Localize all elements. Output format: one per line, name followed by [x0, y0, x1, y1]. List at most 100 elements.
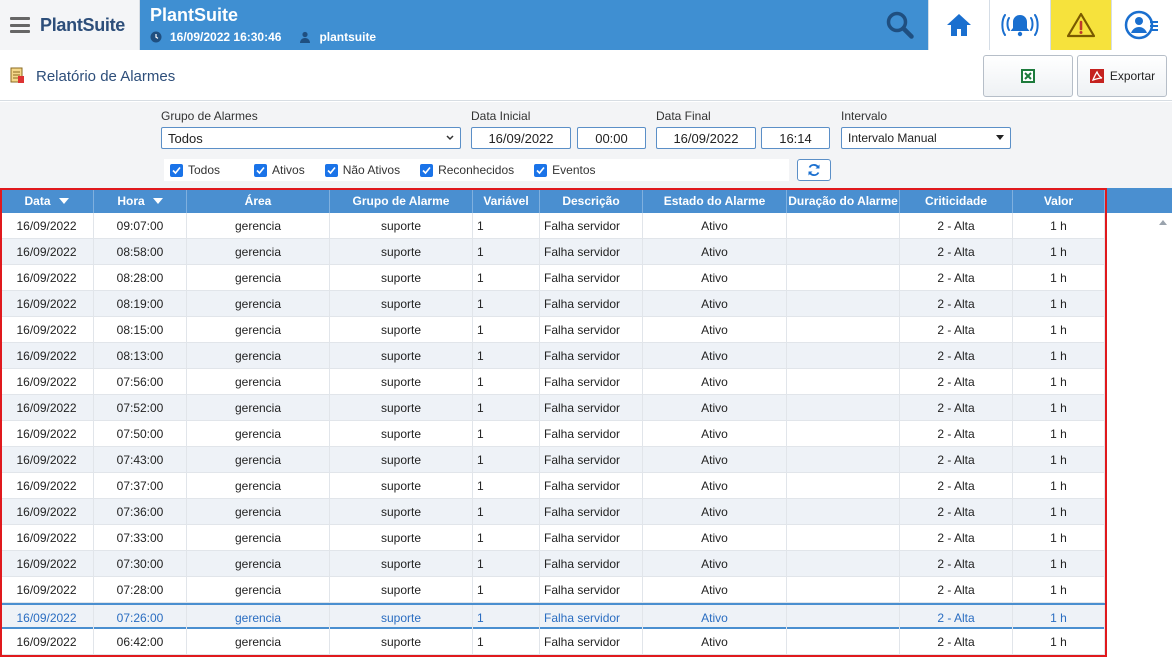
search-icon[interactable]	[884, 9, 916, 41]
column-header-label: Criticidade	[924, 193, 987, 208]
checkbox-ativos[interactable]: Ativos	[248, 163, 305, 177]
cell-data: 16/09/2022	[0, 421, 94, 446]
cell-descricao: Falha servidor	[540, 239, 643, 264]
cell-data: 16/09/2022	[0, 343, 94, 368]
checkbox-todos[interactable]: Todos	[164, 163, 220, 177]
table-row[interactable]: 16/09/2022 06:42:00 gerencia suporte 1 Falha …	[0, 629, 1105, 655]
cell-valor: 1 h	[1013, 395, 1105, 420]
column-header-data[interactable]: Data	[0, 188, 94, 213]
cell-data: 16/09/2022	[0, 317, 94, 342]
sort-down-icon[interactable]	[152, 197, 163, 204]
home-button[interactable]	[928, 0, 989, 50]
start-time-input[interactable]: 00:00	[577, 127, 646, 149]
cell-valor: 1 h	[1013, 239, 1105, 264]
cell-area: gerencia	[187, 369, 330, 394]
alarm-bell-icon	[1001, 14, 1039, 37]
cell-variavel: 1	[473, 629, 540, 654]
cell-variavel: 1	[473, 577, 540, 602]
cell-estado: Ativo	[643, 577, 787, 602]
cell-valor: 1 h	[1013, 577, 1105, 602]
checkbox-nao-ativos[interactable]: Não Ativos	[319, 163, 400, 177]
refresh-button[interactable]	[797, 159, 831, 181]
column-header-descricao[interactable]: Descrição	[540, 188, 643, 213]
export-excel-button[interactable]	[983, 55, 1073, 97]
cell-duracao	[787, 395, 900, 420]
table-row[interactable]: 16/09/2022 07:50:00 gerencia suporte 1 Falha …	[0, 421, 1105, 447]
brand-area: PlantSuite	[0, 0, 140, 50]
cell-criticidade: 2 - Alta	[900, 629, 1013, 654]
column-header-variavel[interactable]: Variável	[473, 188, 540, 213]
start-date-input[interactable]: 16/09/2022	[471, 127, 571, 149]
table-row[interactable]: 16/09/2022 07:37:00 gerencia suporte 1 Falha …	[0, 473, 1105, 499]
cell-variavel: 1	[473, 525, 540, 550]
user-menu-button[interactable]	[1111, 0, 1172, 50]
table-row[interactable]: 16/09/2022 07:56:00 gerencia suporte 1 Falha …	[0, 369, 1105, 395]
cell-hora: 07:26:00	[94, 605, 187, 630]
cell-data: 16/09/2022	[0, 291, 94, 316]
cell-duracao	[787, 317, 900, 342]
cell-valor: 1 h	[1013, 317, 1105, 342]
cell-area: gerencia	[187, 629, 330, 654]
table-row[interactable]: 16/09/2022 08:58:00 gerencia suporte 1 Falha …	[0, 239, 1105, 265]
checkbox-reconhecidos[interactable]: Reconhecidos	[414, 163, 514, 177]
cell-data: 16/09/2022	[0, 577, 94, 602]
cell-duracao	[787, 499, 900, 524]
cell-hora: 07:28:00	[94, 577, 187, 602]
cell-descricao: Falha servidor	[540, 577, 643, 602]
column-header-label: Hora	[117, 193, 145, 208]
cell-data: 16/09/2022	[0, 605, 94, 630]
cell-grupo: suporte	[330, 577, 473, 602]
cell-grupo: suporte	[330, 473, 473, 498]
cell-criticidade: 2 - Alta	[900, 447, 1013, 472]
table-row[interactable]: 16/09/2022 08:19:00 gerencia suporte 1 Falha …	[0, 291, 1105, 317]
table-row[interactable]: 16/09/2022 07:30:00 gerencia suporte 1 Falha …	[0, 551, 1105, 577]
checkbox-eventos[interactable]: Eventos	[528, 163, 596, 177]
cell-descricao: Falha servidor	[540, 213, 643, 238]
table-row[interactable]: 16/09/2022 07:33:00 gerencia suporte 1 Falha …	[0, 525, 1105, 551]
cell-grupo: suporte	[330, 629, 473, 654]
end-date-input[interactable]: 16/09/2022	[656, 127, 756, 149]
cell-variavel: 1	[473, 421, 540, 446]
column-header-estado[interactable]: Estado do Alarme	[643, 188, 787, 213]
column-header-grupo[interactable]: Grupo de Alarme	[330, 188, 473, 213]
end-time-input[interactable]: 16:14	[761, 127, 830, 149]
cell-hora: 07:43:00	[94, 447, 187, 472]
cell-duracao	[787, 421, 900, 446]
alarms-button[interactable]	[989, 0, 1050, 50]
table-row[interactable]: 16/09/2022 07:28:00 gerencia suporte 1 Falha …	[0, 577, 1105, 603]
sort-down-icon[interactable]	[58, 197, 69, 204]
warning-button[interactable]	[1050, 0, 1111, 50]
cell-hora: 08:58:00	[94, 239, 187, 264]
menu-icon[interactable]	[10, 17, 30, 33]
group-select[interactable]: Todos	[161, 127, 461, 149]
cell-duracao	[787, 525, 900, 550]
cell-criticidade: 2 - Alta	[900, 369, 1013, 394]
column-header-valor[interactable]: Valor	[1013, 188, 1105, 213]
column-header-area[interactable]: Área	[187, 188, 330, 213]
interval-select[interactable]: Intervalo Manual	[841, 127, 1011, 149]
table-row[interactable]: 16/09/2022 09:07:00 gerencia suporte 1 Falha …	[0, 213, 1105, 239]
cell-variavel: 1	[473, 499, 540, 524]
column-header-criticidade[interactable]: Criticidade	[900, 188, 1013, 213]
cell-valor: 1 h	[1013, 473, 1105, 498]
table-row[interactable]: 16/09/2022 07:43:00 gerencia suporte 1 Falha …	[0, 447, 1105, 473]
table-row[interactable]: 16/09/2022 08:15:00 gerencia suporte 1 Falha …	[0, 317, 1105, 343]
cell-descricao: Falha servidor	[540, 629, 643, 654]
chevron-down-icon	[446, 135, 454, 141]
export-pdf-button[interactable]: Exportar	[1077, 55, 1167, 97]
cell-estado: Ativo	[643, 395, 787, 420]
cell-estado: Ativo	[643, 421, 787, 446]
cell-area: gerencia	[187, 605, 330, 630]
table-row[interactable]: 16/09/2022 08:28:00 gerencia suporte 1 Falha …	[0, 265, 1105, 291]
table-row[interactable]: 16/09/2022 07:52:00 gerencia suporte 1 Falha …	[0, 395, 1105, 421]
column-header-duracao[interactable]: Duração do Alarme	[787, 188, 900, 213]
session-info: 16/09/2022 16:30:46 plantsuite	[150, 30, 376, 44]
cell-estado: Ativo	[643, 265, 787, 290]
vertical-scrollbar[interactable]	[1155, 213, 1172, 657]
column-header-hora[interactable]: Hora	[94, 188, 187, 213]
table-row[interactable]: 16/09/2022 08:13:00 gerencia suporte 1 Falha …	[0, 343, 1105, 369]
check-icon	[534, 163, 548, 177]
table-row[interactable]: 16/09/2022 07:26:00 gerencia suporte 1 Falha …	[0, 603, 1105, 630]
table-row[interactable]: 16/09/2022 07:36:00 gerencia suporte 1 Falha …	[0, 499, 1105, 525]
scroll-up-icon[interactable]	[1159, 219, 1167, 225]
